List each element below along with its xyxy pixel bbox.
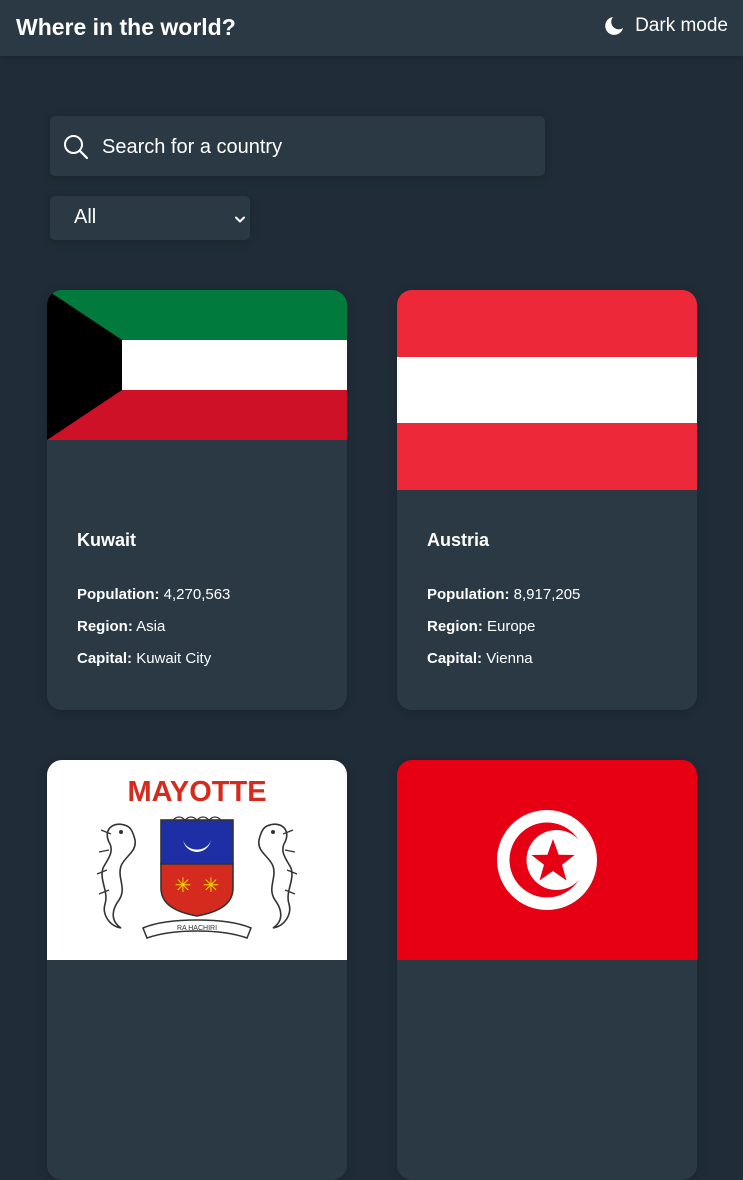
country-capital: Capital: Vienna — [427, 650, 533, 667]
dark-mode-toggle[interactable]: Dark mode — [603, 15, 728, 37]
dark-mode-label: Dark mode — [635, 15, 728, 36]
region-filter-select[interactable]: All — [50, 196, 250, 240]
region-value: Asia — [136, 618, 166, 635]
country-region: Region: Asia — [77, 618, 165, 635]
svg-text:✳: ✳ — [175, 873, 192, 897]
country-name: Austria — [427, 530, 490, 550]
moon-icon — [603, 15, 625, 37]
chevron-down-icon — [234, 212, 246, 230]
population-label: Population: — [427, 586, 510, 603]
tunisia-flag — [397, 760, 697, 960]
austria-flag — [397, 290, 697, 490]
region-filter-value: All — [74, 206, 97, 228]
region-value: Europe — [487, 618, 536, 635]
mayotte-motto: RA HACHIRI — [177, 925, 217, 932]
app-title: Where in the world? — [16, 14, 236, 40]
country-name: Kuwait — [77, 530, 137, 550]
country-capital: Capital: Kuwait City — [77, 650, 211, 667]
region-label: Region: — [77, 618, 133, 635]
mayotte-flag: MAYOTTE ✳ ✳ RA HACHIRI — [47, 760, 347, 960]
country-card-mayotte[interactable]: MAYOTTE ✳ ✳ RA HACHIRI — [47, 760, 347, 1180]
population-label: Population: — [77, 586, 160, 603]
region-label: Region: — [427, 618, 483, 635]
capital-value: Kuwait City — [136, 650, 212, 667]
country-region: Region: Europe — [427, 618, 535, 635]
mayotte-flag-text: MAYOTTE — [127, 776, 266, 808]
kuwait-flag — [47, 290, 347, 440]
country-population: Population: 4,270,563 — [77, 586, 230, 603]
population-value: 8,917,205 — [513, 586, 581, 603]
country-card-austria[interactable]: Austria Population: 8,917,205 Region: Eu… — [397, 290, 697, 710]
search-input[interactable] — [100, 116, 534, 178]
country-card-kuwait[interactable]: Kuwait Population: 4,270,563 Region: Asi… — [47, 290, 347, 710]
capital-label: Capital: — [77, 650, 133, 667]
country-card-tunisia[interactable] — [397, 760, 697, 1180]
search-box — [50, 116, 545, 178]
population-value: 4,270,563 — [163, 586, 231, 603]
search-icon[interactable] — [63, 134, 89, 165]
country-population: Population: 8,917,205 — [427, 586, 580, 603]
svg-text:✳: ✳ — [203, 873, 220, 897]
capital-label: Capital: — [427, 650, 483, 667]
app-header: Where in the world? Dark mode — [0, 0, 743, 56]
capital-value: Vienna — [486, 650, 533, 667]
